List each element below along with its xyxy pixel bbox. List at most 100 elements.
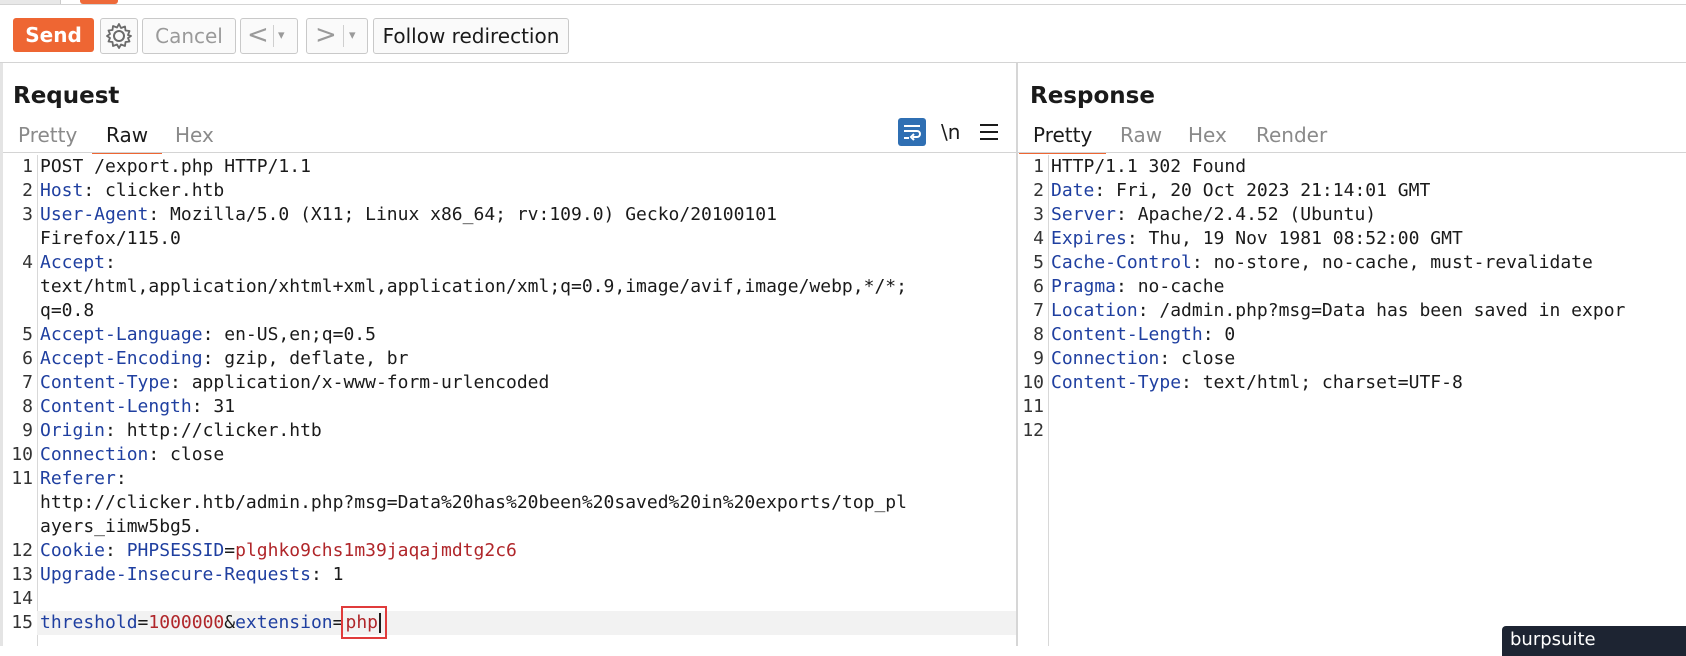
line-number: 7: [1033, 300, 1044, 321]
line-number: 13: [11, 564, 33, 585]
code-row: 14: [11, 587, 1016, 611]
header-key: Server: [1051, 204, 1117, 225]
back-history-dropdown-icon[interactable]: ▾: [278, 19, 285, 53]
response-line[interactable]: 2 Date: Fri, 20 Oct 2023 21:14:01 GMT: [1033, 179, 1686, 203]
header-value: : application/x-www-form-urlencoded: [170, 372, 550, 393]
line-number: 15: [11, 612, 33, 633]
response-editor[interactable]: 1 HTTP/1.1 302 Found 2 Date: Fri, 20 Oct 20…: [1018, 155, 1686, 646]
response-tab-render[interactable]: Render: [1256, 119, 1327, 151]
code-line[interactable]: 15 threshold=1000000&extension= php: [11, 606, 1016, 639]
code-line[interactable]: 3 User-Agent: Mozilla/5.0 (X11; Linux x86…: [22, 203, 1016, 251]
header-value: : gzip, deflate, br: [202, 348, 409, 369]
header-key: Host: [40, 180, 84, 201]
header-colon: :: [105, 540, 127, 561]
response-code[interactable]: 1 HTTP/1.1 302 Found 2 Date: Fri, 20 Oct 20…: [1022, 155, 1686, 443]
code-line[interactable]: 10 Connection: close: [11, 443, 1016, 467]
line-number: 14: [11, 588, 33, 609]
send-button[interactable]: Send: [13, 18, 94, 52]
header-key: Pragma: [1051, 276, 1117, 297]
header-value: : en-US,en;q=0.5: [202, 324, 376, 345]
line-number: 9: [22, 420, 33, 441]
response-line[interactable]: 10 Content-Type: text/html; charset=UTF-8: [1022, 371, 1686, 395]
word-wrap-button[interactable]: [898, 118, 926, 146]
request-pane: Request Pretty Raw Hex \n 1 POST /export.…: [0, 63, 1016, 646]
line-number: 8: [22, 396, 33, 417]
follow-redirection-button[interactable]: Follow redirection: [373, 18, 569, 54]
back-button[interactable]: < ▾: [240, 18, 298, 54]
back-arrow-icon: <: [247, 20, 269, 50]
code-row: 13 Upgrade-Insecure-Requests: 1: [11, 563, 1016, 587]
code-line[interactable]: 4 Accept: text/html,application/xhtml+xml…: [22, 251, 1016, 323]
header-key: Referer: [40, 468, 116, 489]
header-value: : /admin.php?msg=Data has been saved in …: [1137, 300, 1626, 321]
response-tab-hex[interactable]: Hex: [1188, 119, 1227, 151]
response-tab-pretty[interactable]: Pretty: [1018, 119, 1107, 154]
line-number: 2: [1033, 180, 1044, 201]
forward-history-dropdown-icon[interactable]: ▾: [349, 19, 356, 53]
header-value: : Mozilla/5.0 (X11; Linux x86_64; rv:109…: [148, 204, 777, 225]
cancel-button[interactable]: Cancel: [142, 18, 236, 54]
code-row-continued: ayers_iimw5bg5.: [40, 516, 203, 537]
code-line[interactable]: 12 Cookie: PHPSESSID=plghko9chs1m39jaqajm…: [11, 539, 1016, 563]
settings-button[interactable]: [100, 18, 138, 54]
request-code[interactable]: 1 POST /export.php HTTP/1.1 2 Host: clicker…: [11, 155, 1016, 639]
line-number: 1: [22, 156, 33, 177]
header-value: : http://clicker.htb: [105, 420, 322, 441]
code-line[interactable]: 11 Referer: http://clicker.htb/admin.php?…: [11, 467, 1016, 539]
response-line[interactable]: 8 Content-Length: 0: [1033, 323, 1686, 347]
toolbar: Send Cancel < ▾ > ▾ Follow redirection: [0, 8, 1686, 62]
header-key: Date: [1051, 180, 1095, 201]
request-editor[interactable]: 1 POST /export.php HTTP/1.1 2 Host: clicker…: [3, 155, 1016, 646]
line-number: 12: [11, 540, 33, 561]
line-number: 8: [1033, 324, 1044, 345]
code-row-continued: http://clicker.htb/admin.php?msg=Data%20…: [40, 492, 907, 513]
response-line[interactable]: 9 Connection: close: [1033, 347, 1686, 371]
highlighted-param-value[interactable]: php: [341, 606, 387, 639]
line-number: 3: [22, 204, 33, 225]
line-number: 6: [22, 348, 33, 369]
code-line[interactable]: 1 POST /export.php HTTP/1.1: [22, 155, 1016, 179]
line-number: 9: [1033, 348, 1044, 369]
header-value: : Apache/2.4.52 (Ubuntu): [1116, 204, 1377, 225]
response-line[interactable]: 12: [1022, 419, 1686, 443]
tooltip: burpsuite: [1502, 626, 1686, 656]
response-pane: Response Pretty Raw Hex Render 1 HTTP/1.1…: [1018, 63, 1686, 646]
header-key: Cache-Control: [1051, 252, 1192, 273]
response-line[interactable]: 5 Cache-Control: no-store, no-cache, must…: [1033, 251, 1686, 275]
request-tabs: Pretty Raw Hex: [3, 119, 1016, 154]
response-line[interactable]: 6 Pragma: no-cache: [1033, 275, 1686, 299]
response-line[interactable]: 4 Expires: Thu, 19 Nov 1981 08:52:00 GMT: [1033, 227, 1686, 251]
line-number: 10: [1022, 372, 1044, 393]
response-line[interactable]: 7 Location: /admin.php?msg=Data has been …: [1033, 299, 1686, 323]
show-newlines-button[interactable]: \n: [941, 118, 960, 146]
forward-button[interactable]: > ▾: [306, 18, 368, 54]
header-value: : Fri, 20 Oct 2023 21:14:01 GMT: [1094, 180, 1431, 201]
header-key: Location: [1051, 300, 1138, 321]
code-row: 1 POST /export.php HTTP/1.1: [22, 155, 1016, 179]
line-number: 11: [1022, 396, 1044, 417]
code-line[interactable]: 2 Host: clicker.htb: [22, 179, 1016, 203]
editor-menu-icon[interactable]: [980, 122, 1000, 142]
code-line[interactable]: 6 Accept-Encoding: gzip, deflate, br: [22, 347, 1016, 371]
header-key: Cookie: [40, 540, 106, 561]
request-tab-raw[interactable]: Raw: [91, 119, 163, 154]
request-tab-pretty[interactable]: Pretty: [18, 119, 77, 151]
code-row: 10 Connection: close: [11, 443, 1016, 467]
code-line[interactable]: 9 Origin: http://clicker.htb: [22, 419, 1016, 443]
response-line[interactable]: 11: [1022, 395, 1686, 419]
code-line[interactable]: 14: [11, 587, 1016, 611]
request-tab-hex[interactable]: Hex: [175, 119, 214, 151]
code-line[interactable]: 7 Content-Type: application/x-www-form-ur…: [22, 371, 1016, 395]
code-row: 6 Accept-Encoding: gzip, deflate, br: [22, 347, 1016, 371]
code-line[interactable]: 8 Content-Length: 31: [22, 395, 1016, 419]
top-divider: [0, 4, 1686, 5]
response-line[interactable]: 3 Server: Apache/2.4.52 (Ubuntu): [1033, 203, 1686, 227]
forward-arrow-icon: >: [315, 20, 337, 50]
response-line[interactable]: 1 HTTP/1.1 302 Found: [1033, 155, 1686, 179]
response-tab-raw[interactable]: Raw: [1120, 119, 1162, 151]
line-number: 12: [1022, 420, 1044, 441]
header-value: : no-cache: [1116, 276, 1225, 297]
code-line[interactable]: 5 Accept-Language: en-US,en;q=0.5: [22, 323, 1016, 347]
cookie-value: plghko9chs1m39jaqajmdtg2c6: [235, 540, 517, 561]
code-line[interactable]: 13 Upgrade-Insecure-Requests: 1: [11, 563, 1016, 587]
